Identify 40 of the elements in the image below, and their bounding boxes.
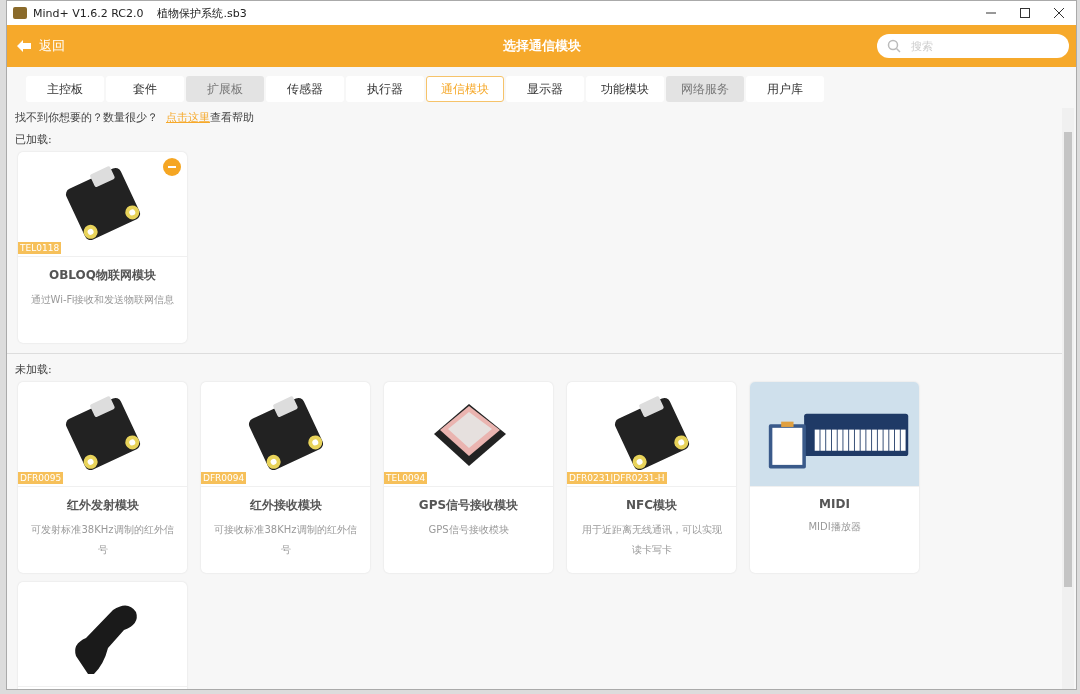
module-card[interactable]: MIDI MIDI播放器 — [750, 382, 919, 573]
module-card[interactable]: DFR0231|DFR0231-H NFC模块 用于近距离无线通讯，可以实现读卡写卡 — [567, 382, 736, 573]
page-title: 选择通信模块 — [502, 37, 581, 55]
module-card[interactable]: TEL0118 OBLOQ物联网模块 通过Wi-Fi接收和发送物联网信息 — [18, 152, 187, 343]
module-title: MIDI — [819, 497, 850, 511]
category-tab[interactable]: 显示器 — [506, 76, 584, 102]
category-tab[interactable]: 套件 — [106, 76, 184, 102]
module-description: MIDI播放器 — [807, 520, 862, 534]
section-label: 已加载: — [15, 132, 53, 148]
module-card[interactable]: TEL0094 GPS信号接收模块 GPS信号接收模块 — [384, 382, 553, 573]
help-text: 找不到你想要的？数量很少？ 点击这里查看帮助 — [15, 110, 255, 126]
category-tab[interactable]: 传感器 — [266, 76, 344, 102]
category-tab[interactable]: 执行器 — [346, 76, 424, 102]
back-arrow-icon — [17, 40, 31, 52]
module-title: NFC模块 — [625, 497, 677, 514]
close-icon — [1053, 7, 1065, 19]
module-title: 红外接收模块 — [249, 497, 322, 514]
product-code: DFR0231|DFR0231-H — [567, 472, 667, 484]
product-code: DFR0095 — [18, 472, 64, 484]
product-code: DFR0094 — [201, 472, 247, 484]
module-title: GPS信号接收模块 — [418, 497, 519, 514]
maximize-icon — [1019, 7, 1031, 19]
window-title: Mind+ V1.6.2 RC2.0 植物保护系统.sb3 — [33, 5, 248, 21]
module-title: 红外发射模块 — [66, 497, 139, 514]
product-code: TEL0118 — [18, 242, 62, 254]
module-description: 可发射标准38KHz调制的红外信号 — [30, 523, 175, 557]
section-label: 未加载: — [15, 362, 53, 378]
module-title: OBLOQ物联网模块 — [49, 267, 156, 284]
module-description: 可接收标准38KHz调制的红外信号 — [213, 523, 358, 557]
category-tab[interactable]: 功能模块 — [586, 76, 664, 102]
product-code: TEL0094 — [384, 472, 428, 484]
module-description: GPS信号接收模块 — [427, 523, 510, 537]
scrollbar[interactable] — [1062, 108, 1074, 689]
module-description: 通过Wi-Fi接收和发送物联网信息 — [29, 293, 176, 307]
category-tab[interactable]: 用户库 — [746, 76, 824, 102]
module-card[interactable]: DFR0095 红外发射模块 可发射标准38KHz调制的红外信号 — [18, 382, 187, 573]
module-card[interactable]: DFR0094 红外接收模块 可接收标准38KHz调制的红外信号 — [201, 382, 370, 573]
module-description: 用于近距离无线通讯，可以实现读卡写卡 — [580, 523, 723, 557]
app-logo-icon — [13, 7, 27, 19]
category-tab[interactable]: 主控板 — [26, 76, 104, 102]
